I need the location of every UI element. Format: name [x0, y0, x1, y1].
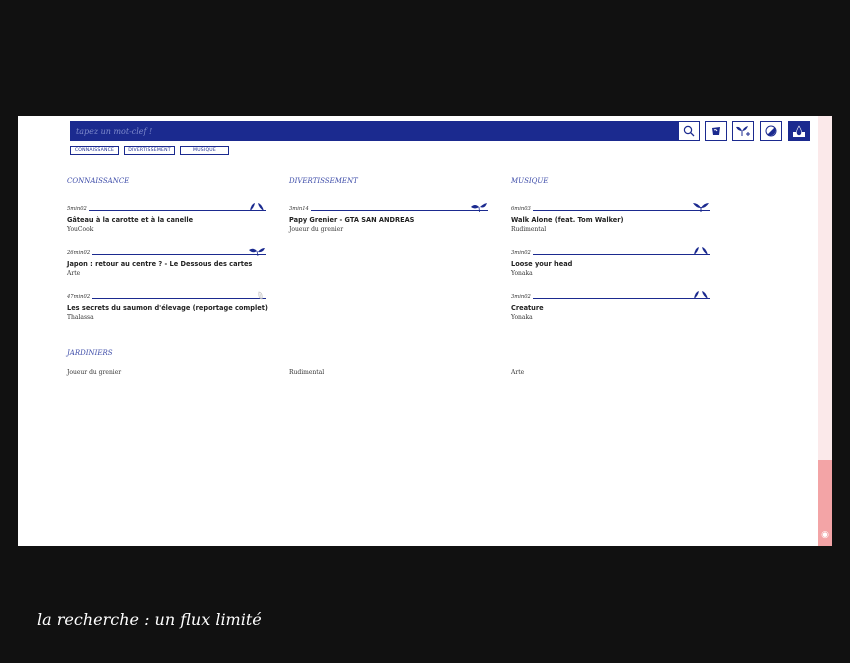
divider [533, 210, 710, 211]
filter-connaissance[interactable]: CONNAISSANCE [70, 146, 119, 155]
gardener-link[interactable]: Joueur du grenier [67, 369, 121, 376]
item-duration: 3min02 [511, 294, 531, 300]
sprout-icon [250, 203, 264, 211]
item-title: Walk Alone (feat. Tom Walker) [511, 216, 624, 224]
item-duration: 5min02 [67, 206, 87, 212]
item-source: Joueur du grenier [289, 226, 344, 233]
item-title: Gâteau à la carotte et à la canelle [67, 216, 194, 224]
slide-caption: la recherche : un flux limité [37, 610, 262, 629]
gardener-link[interactable]: Arte [511, 369, 524, 376]
gardener-link[interactable]: Rudimental [289, 369, 324, 376]
column-title-musique: MUSIQUE [511, 177, 549, 185]
divider [92, 254, 266, 255]
item-source: Thalassa [67, 314, 94, 321]
section-title-jardiniers: JARDINIERS [67, 349, 113, 357]
cup-button[interactable] [705, 121, 727, 141]
search-input[interactable] [70, 121, 676, 141]
sprout-plus-icon [736, 126, 750, 136]
item-title: Papy Grenier - GTA SAN ANDREAS [289, 216, 415, 224]
search-button[interactable] [678, 121, 700, 141]
item-duration: 3min14 [289, 206, 309, 212]
item-source: Arte [67, 270, 81, 277]
divider [92, 298, 266, 299]
sprout-plus-button[interactable] [732, 121, 754, 141]
app-window: CONNAISSANCE DIVERTISSEMENT MUSIQUE CONN… [18, 116, 818, 546]
item-duration: 47min02 [67, 294, 91, 300]
eye-icon: ◉ [821, 530, 829, 540]
divider [533, 298, 710, 299]
search-icon [683, 125, 695, 137]
filter-divertissement[interactable]: DIVERTISSEMENT [124, 146, 175, 155]
half-circle-icon [765, 125, 777, 137]
drop-button[interactable] [788, 121, 810, 141]
leaves-icon [471, 203, 487, 212]
item-title: Creature [511, 304, 544, 312]
item-duration: 6min03 [511, 206, 531, 212]
cup-icon [712, 127, 720, 135]
item-title: Loose your head [511, 260, 573, 268]
half-circle-button[interactable] [760, 121, 782, 141]
item-source: Yonaka [511, 270, 533, 277]
item-source: YouCook [67, 226, 94, 233]
column-title-divertissement: DIVERTISSEMENT [289, 177, 358, 185]
item-duration: 3min02 [511, 250, 531, 256]
leaves-icon [249, 248, 265, 256]
item-source: Yonaka [511, 314, 533, 321]
sprout-icon [694, 247, 708, 255]
column-title-connaissance: CONNAISSANCE [67, 177, 130, 185]
divider [89, 210, 266, 211]
plant-icon [693, 203, 709, 212]
filter-musique[interactable]: MUSIQUE [180, 146, 229, 155]
search-bar[interactable] [70, 121, 678, 141]
sprout-icon [694, 291, 708, 299]
item-title: Japon : retour au centre ? - Le Dessous … [67, 260, 253, 268]
item-duration: 26min02 [67, 250, 91, 256]
divider [311, 210, 488, 211]
item-title: Les secrets du saumon d'élevage (reporta… [67, 304, 268, 312]
drop-icon [793, 125, 805, 137]
seed-icon [258, 291, 263, 300]
item-source: Rudimental [511, 226, 547, 233]
divider [533, 254, 710, 255]
